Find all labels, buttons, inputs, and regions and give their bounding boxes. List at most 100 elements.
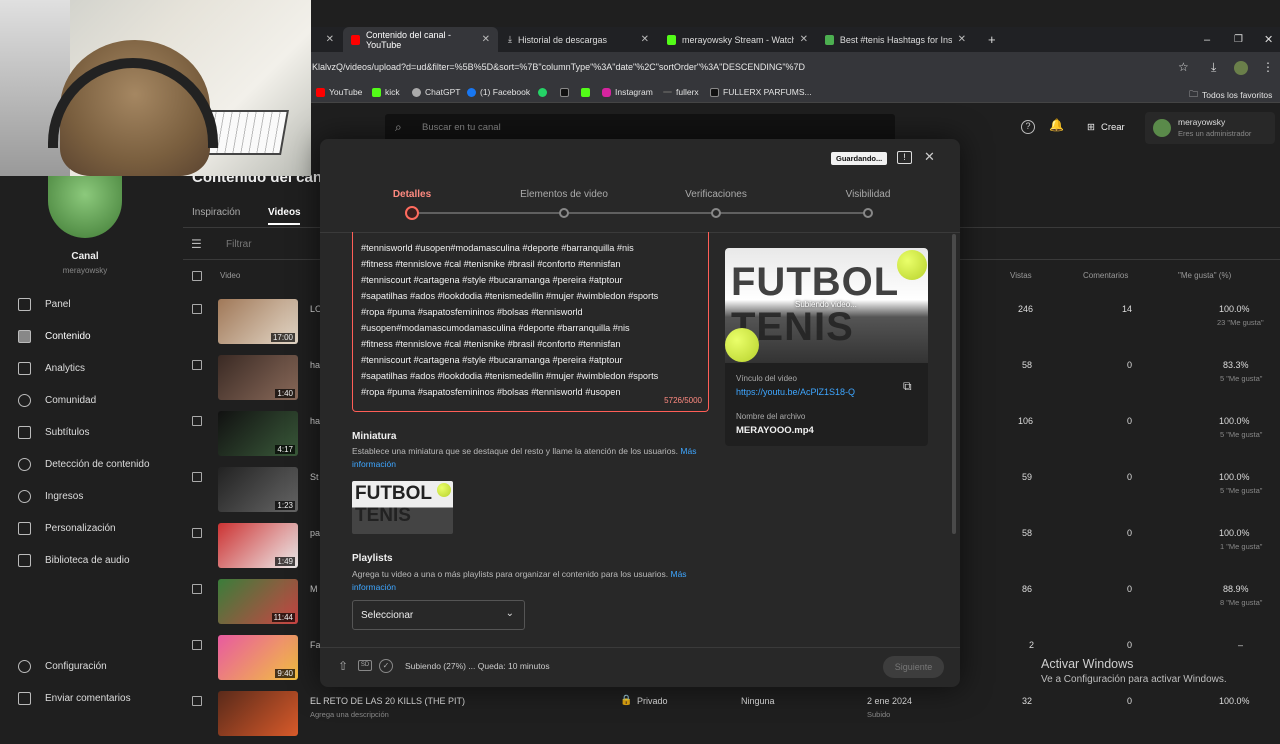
bookmark-kick[interactable]: kick (372, 87, 400, 97)
tab-contenido[interactable]: Contenido del canal - YouTube ✕ (343, 27, 498, 52)
create-button[interactable]: ⊞ Crear (1079, 116, 1133, 138)
sidebar-item-biblioteca[interactable]: Biblioteca de audio (18, 554, 130, 567)
row-checkbox[interactable] (192, 640, 202, 650)
column-video[interactable]: Video (220, 271, 240, 280)
table-row[interactable]: EL RETO DE LAS 20 KILLS (THE PIT) Agrega… (190, 688, 1275, 744)
next-button[interactable]: Siguiente (883, 656, 944, 678)
menu-icon[interactable]: ⋮ (1262, 60, 1274, 74)
search-box[interactable]: ⌕ Buscar en tu canal (385, 114, 895, 142)
video-thumbnail[interactable]: 4:17 (218, 411, 298, 456)
row-checkbox[interactable] (192, 472, 202, 482)
playlist-select[interactable]: Seleccionar ⌄ (352, 600, 525, 630)
sidebar-item-personalizacion[interactable]: Personalización (18, 522, 116, 535)
select-all-checkbox[interactable] (192, 271, 202, 281)
account-chip[interactable]: merayowsky Eres un administrador (1145, 112, 1275, 144)
star-icon[interactable]: ☆ (1178, 60, 1189, 74)
close-window-button[interactable]: ✕ (1256, 27, 1280, 52)
step-visibilidad[interactable]: Visibilidad (808, 189, 928, 200)
restrictions-value: Ninguna (741, 696, 775, 706)
bookmark-fullerx[interactable]: fullerx (663, 87, 699, 97)
sidebar-item-comunidad[interactable]: Comunidad (18, 394, 96, 407)
whatsapp-icon[interactable] (538, 88, 547, 97)
bookmark-chatgpt[interactable]: ChatGPT (412, 87, 460, 97)
download-icon[interactable]: ⤓ (1211, 60, 1216, 75)
tiktok-icon[interactable] (560, 88, 569, 97)
close-icon[interactable]: ✕ (800, 34, 808, 45)
video-title[interactable]: ha (310, 416, 320, 426)
visibility-value[interactable]: Privado (637, 696, 668, 706)
close-icon[interactable]: ✕ (482, 34, 490, 45)
video-thumbnail[interactable]: 11:44 (218, 579, 298, 624)
video-title[interactable]: EL RETO DE LAS 20 KILLS (THE PIT) (310, 696, 465, 706)
search-input[interactable]: Buscar en tu canal (422, 122, 501, 133)
close-icon[interactable]: ✕ (326, 34, 334, 45)
close-icon[interactable]: ✕ (958, 34, 966, 45)
description-field[interactable]: #tennisworld #usopen#modamasculina #depo… (352, 232, 709, 412)
video-thumbnail[interactable]: 1:40 (218, 355, 298, 400)
video-title[interactable]: M (310, 584, 318, 594)
video-title[interactable]: ha (310, 360, 320, 370)
thumbnail-option[interactable]: FUTBOL TENIS (352, 481, 453, 534)
filter-input[interactable]: Filtrar (226, 239, 252, 250)
video-link[interactable]: https://youtu.be/AcPlZ1S18-Q (736, 387, 855, 397)
row-checkbox[interactable] (192, 528, 202, 538)
video-thumbnail[interactable]: 1:49 (218, 523, 298, 568)
column-likes[interactable]: "Me gusta" (%) (1178, 271, 1231, 280)
sidebar-item-feedback[interactable]: Enviar comentarios (18, 692, 131, 705)
sidebar-item-panel[interactable]: Panel (18, 298, 71, 311)
bookmark-facebook[interactable]: (1) Facebook (467, 87, 530, 97)
tab-historial[interactable]: ⤓ Historial de descargas ✕ (500, 27, 657, 52)
sidebar-item-ingresos[interactable]: Ingresos (18, 490, 83, 503)
url-field[interactable]: KlalvzQ/videos/upload?d=ud&filter=%5B%5D… (312, 62, 805, 72)
download-icon: ⤓ (508, 34, 512, 44)
tab-hashtags[interactable]: Best #tenis Hashtags for Instag ✕ (817, 27, 974, 52)
row-checkbox[interactable] (192, 360, 202, 370)
channel-avatar[interactable] (48, 176, 122, 238)
video-thumbnail[interactable]: 9:40 (218, 635, 298, 680)
row-checkbox[interactable] (192, 696, 202, 706)
step-elementos[interactable]: Elementos de video (504, 189, 624, 200)
filter-icon[interactable]: ☰ (191, 237, 202, 251)
video-thumbnail[interactable] (218, 691, 298, 736)
bookmark-youtube[interactable]: YouTube (316, 87, 362, 97)
video-title[interactable]: pa (310, 528, 320, 538)
tab-inspiracion[interactable]: Inspiración (192, 207, 240, 218)
video-thumbnail[interactable]: 1:23 (218, 467, 298, 512)
close-icon[interactable]: ✕ (641, 34, 649, 45)
column-views[interactable]: Vistas (1010, 271, 1032, 280)
tab-partial[interactable]: ✕ (312, 27, 342, 52)
copy-icon[interactable]: ⧉ (903, 379, 912, 394)
step-verificaciones[interactable]: Verificaciones (656, 189, 776, 200)
scrollbar[interactable] (952, 234, 956, 534)
column-comments[interactable]: Comentarios (1083, 271, 1128, 280)
minimize-button[interactable]: – (1196, 27, 1218, 52)
row-checkbox[interactable] (192, 304, 202, 314)
feedback-icon[interactable]: ! (897, 151, 912, 164)
bookmark-instagram[interactable]: Instagram (602, 87, 653, 97)
profile-avatar[interactable] (1234, 61, 1248, 75)
help-icon[interactable]: ? (1021, 120, 1035, 134)
step-detalles[interactable]: Detalles (352, 189, 472, 200)
video-preview[interactable]: FUTBOL TENIS Subiendo video... (725, 248, 928, 363)
sidebar-item-deteccion[interactable]: Detección de contenido (18, 458, 150, 471)
video-title[interactable]: St (310, 472, 319, 482)
restore-button[interactable]: ❐ (1226, 27, 1251, 52)
sidebar-item-contenido[interactable]: Contenido (18, 330, 91, 343)
tab-kick[interactable]: merayowsky Stream - Watch Li ✕ (659, 27, 816, 52)
bookmark-fullerx-parfums[interactable]: FULLERX PARFUMS... (710, 87, 812, 97)
sidebar-item-analytics[interactable]: Analytics (18, 362, 85, 375)
video-thumbnail[interactable]: 17:00 (218, 299, 298, 344)
kick-icon[interactable] (581, 88, 590, 97)
notifications-icon[interactable]: 🔔 (1049, 118, 1064, 132)
comments-value: 0 (1127, 640, 1133, 650)
bookmark-all-favorites[interactable]: 🗀 Todos los favoritos (1189, 87, 1272, 103)
tab-videos[interactable]: Videos (268, 207, 301, 218)
video-title[interactable]: Fa (310, 640, 321, 650)
sidebar-item-configuracion[interactable]: Configuración (18, 660, 107, 673)
row-checkbox[interactable] (192, 416, 202, 426)
close-icon[interactable]: ✕ (924, 149, 935, 165)
row-checkbox[interactable] (192, 584, 202, 594)
sidebar-item-subtitulos[interactable]: Subtítulos (18, 426, 89, 439)
new-tab-button[interactable]: + (980, 27, 1004, 52)
description-text[interactable]: #tennisworld #usopen#modamasculina #depo… (361, 240, 700, 400)
